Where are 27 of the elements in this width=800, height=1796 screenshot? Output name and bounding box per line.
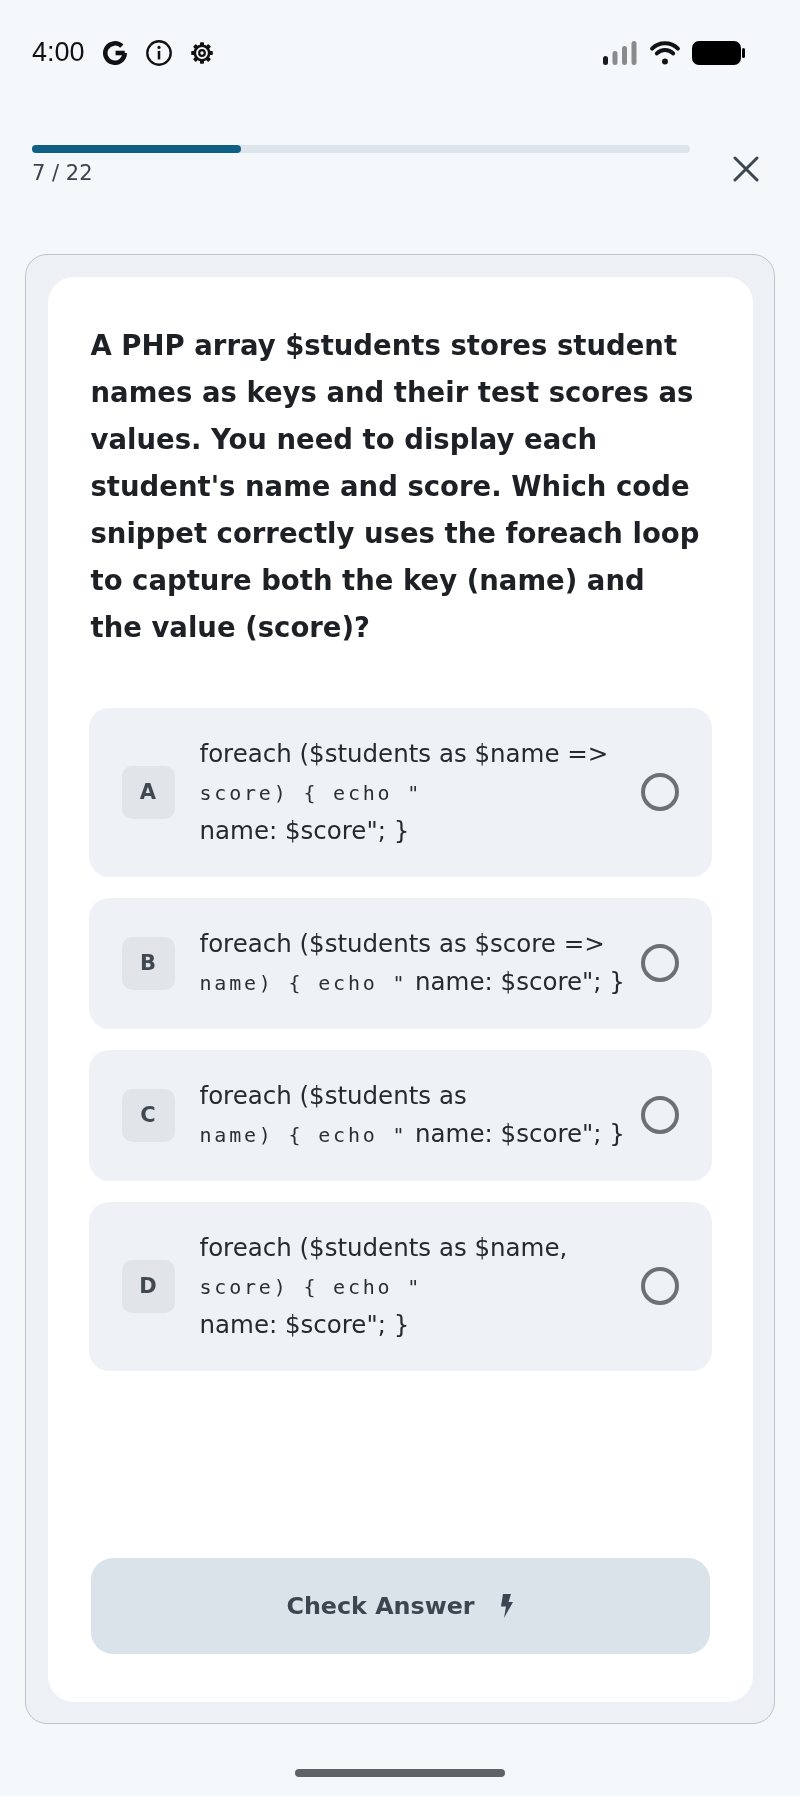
progress-label: 7 / 22 <box>32 161 93 185</box>
option-text: foreach ($students as name) { echo " name: $score"; } <box>199 1079 626 1150</box>
answer-option[interactable]: A foreach ($students as $name => score) { echo " name: $score"; } <box>88 707 712 877</box>
g-icon <box>102 40 127 65</box>
radio-button[interactable] <box>640 1096 679 1134</box>
info-icon <box>145 39 172 66</box>
close-icon[interactable] <box>733 155 759 182</box>
radio-button[interactable] <box>640 1267 679 1305</box>
answer-option[interactable]: D foreach ($students as $name, score) { echo " name: $score"; } <box>88 1201 712 1371</box>
signal-icon <box>603 40 637 65</box>
option-letter: B <box>121 936 175 990</box>
option-text: foreach ($students as $score => name) { echo " name: $score"; } <box>199 927 626 998</box>
option-letter: A <box>121 765 175 819</box>
lightning-icon <box>499 1593 514 1618</box>
status-time: 4:00 <box>32 37 85 68</box>
radio-button[interactable] <box>640 773 679 811</box>
wifi-icon <box>649 40 681 65</box>
option-text: foreach ($students as $name => score) { echo " name: $score"; } <box>199 737 610 847</box>
answer-option[interactable]: B foreach ($students as $score => name) { echo " name: $score"; } <box>88 897 712 1029</box>
option-letter: C <box>121 1088 175 1142</box>
battery-icon <box>692 40 745 65</box>
option-text: foreach ($students as $name, score) { echo " name: $score"; } <box>199 1231 569 1341</box>
question-text: A PHP array $students stores student names as keys and their test scores as values. You need to display each student's name and score. Which code snippet correctly uses the foreach loop to capture both the key (name) and the value (score)? <box>90 327 701 645</box>
answer-option[interactable]: C foreach ($students as name) { echo " name: $score"; } <box>88 1049 712 1181</box>
radio-button[interactable] <box>640 944 679 982</box>
settings-icon <box>189 40 214 65</box>
option-letter: D <box>121 1259 175 1313</box>
